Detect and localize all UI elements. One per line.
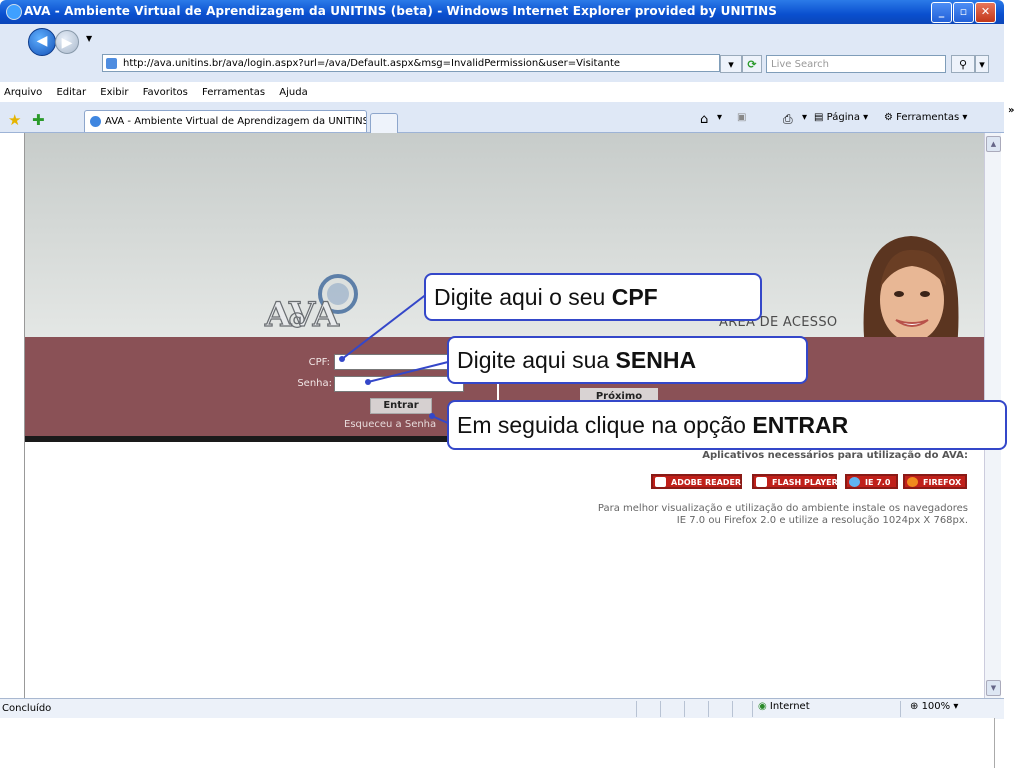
menu-ajuda[interactable]: Ajuda (279, 87, 307, 98)
status-divider (636, 701, 637, 717)
svg-text:@: @ (288, 309, 306, 330)
callout-entrar-text: Em seguida clique na opção (457, 412, 753, 438)
back-button[interactable]: ◀ (28, 28, 56, 56)
forgot-password-link[interactable]: Esqueceu a Senha (344, 419, 436, 430)
more-toolbar-icon[interactable]: » (1008, 105, 1014, 116)
entrar-button[interactable]: Entrar (370, 398, 432, 414)
address-url: http://ava.unitins.br/ava/login.aspx?url… (123, 58, 621, 69)
maximize-button[interactable]: ▫ (953, 2, 974, 23)
tab-label: AVA - Ambiente Virtual de Aprendizagem d… (105, 116, 367, 127)
zoom-control[interactable]: ⊕ 100% ▾ (910, 701, 958, 712)
title-bar: AVA - Ambiente Virtual de Aprendizagem d… (0, 0, 1004, 24)
status-divider (684, 701, 685, 717)
callout-cpf-text: Digite aqui o seu (434, 284, 612, 310)
bottom-area (0, 718, 995, 768)
new-tab-button[interactable] (370, 113, 398, 133)
security-zone[interactable]: ◉ Internet (758, 701, 810, 712)
print-dropdown-icon[interactable]: ▾ (802, 112, 807, 123)
status-bar: Concluído (0, 698, 1004, 719)
favorites-star-icon[interactable]: ★ (8, 111, 21, 129)
status-divider (732, 701, 733, 717)
ava-logo: AVA @ (263, 274, 358, 332)
flash-icon (756, 477, 767, 487)
ie-tab-icon (90, 116, 101, 127)
cpf-label: CPF: (308, 357, 330, 368)
firefox-label: FIREFOX (923, 478, 962, 487)
senha-input[interactable] (334, 376, 464, 392)
address-dropdown-button[interactable]: ▾ (720, 55, 742, 73)
apps-title: Aplicativos necessários para utilização … (702, 450, 968, 461)
search-input[interactable]: Live Search (766, 55, 946, 73)
callout-senha: Digite aqui sua SENHA (447, 336, 808, 384)
refresh-icon[interactable]: ⟳ (742, 55, 762, 73)
flash-player-badge[interactable]: FLASH PLAYER (752, 474, 838, 489)
address-bar[interactable]: http://ava.unitins.br/ava/login.aspx?url… (102, 54, 720, 72)
tab-ava[interactable]: AVA - Ambiente Virtual de Aprendizagem d… (84, 110, 367, 132)
adobe-icon (655, 477, 666, 487)
feeds-icon[interactable]: ▣ (737, 112, 746, 123)
ie-badge-icon (849, 477, 860, 487)
globe-icon: ◉ (758, 701, 770, 712)
close-button[interactable]: ✕ (975, 2, 996, 23)
menu-ferramentas[interactable]: Ferramentas (202, 87, 265, 98)
tools-menu-button[interactable]: ⚙ Ferramentas ▾ (884, 112, 967, 123)
search-icon[interactable]: ⚲ (951, 55, 975, 73)
status-divider (752, 701, 753, 717)
home-dropdown-icon[interactable]: ▾ (717, 112, 722, 123)
note-line-1: Para melhor visualização e utilização do… (597, 503, 968, 514)
menu-favoritos[interactable]: Favoritos (143, 87, 188, 98)
page-menu-label: Página (826, 112, 860, 123)
page-menu-button[interactable]: ▤ Página ▾ (814, 112, 868, 123)
cpf-input[interactable] (334, 354, 464, 370)
callout-senha-text: Digite aqui sua (457, 347, 616, 373)
ie-icon (6, 4, 22, 20)
navigation-bar (0, 24, 1004, 82)
firefox-icon (907, 477, 918, 487)
scroll-up-icon[interactable]: ▲ (986, 136, 1001, 152)
gear-icon: ⚙ (884, 112, 897, 123)
menu-exibir[interactable]: Exibir (100, 87, 128, 98)
senha-label: Senha: (297, 378, 332, 389)
ie7-label: IE 7.0 (865, 478, 891, 487)
flash-player-label: FLASH PLAYER (772, 478, 838, 487)
window-title: AVA - Ambiente Virtual de Aprendizagem d… (24, 4, 777, 18)
status-divider (708, 701, 709, 717)
callout-entrar-bold: ENTRAR (752, 412, 849, 438)
tools-menu-label: Ferramentas (896, 112, 960, 123)
forward-button[interactable]: ▶ (55, 30, 79, 54)
add-favorite-icon[interactable]: ✚ (32, 111, 45, 129)
adobe-reader-badge[interactable]: ADOBE READER (651, 474, 742, 489)
home-icon[interactable]: ⌂ (700, 112, 708, 127)
menu-arquivo[interactable]: Arquivo (4, 87, 42, 98)
status-divider (660, 701, 661, 717)
callout-entrar: Em seguida clique na opção ENTRAR (447, 400, 1007, 450)
callout-senha-bold: SENHA (615, 347, 697, 373)
callout-cpf-bold: CPF (611, 284, 658, 310)
callout-cpf: Digite aqui o seu CPF (424, 273, 762, 321)
page-icon: ▤ (814, 112, 827, 123)
adobe-reader-label: ADOBE READER (671, 478, 742, 487)
ie7-badge[interactable]: IE 7.0 (845, 474, 898, 489)
menu-editar[interactable]: Editar (56, 87, 86, 98)
print-icon[interactable]: ⎙ (783, 112, 793, 127)
note-line-2: IE 7.0 ou Firefox 2.0 e utilize a resolu… (676, 515, 968, 526)
history-dropdown-icon[interactable]: ▼ (86, 34, 92, 43)
page-favicon-icon (106, 58, 117, 69)
zoom-label: 100% (921, 701, 951, 712)
minimize-button[interactable]: _ (931, 2, 952, 23)
status-text: Concluído (2, 703, 52, 714)
menu-bar: Arquivo Editar Exibir Favoritos Ferramen… (0, 84, 1004, 102)
browser-recommendation: Para melhor visualização e utilização do… (548, 503, 968, 527)
status-divider (900, 701, 901, 717)
zoom-icon: ⊕ (910, 701, 922, 712)
firefox-badge[interactable]: FIREFOX (903, 474, 967, 489)
zone-label: Internet (769, 701, 810, 712)
scroll-down-icon[interactable]: ▼ (986, 680, 1001, 696)
search-options-icon[interactable]: ▾ (975, 55, 989, 73)
